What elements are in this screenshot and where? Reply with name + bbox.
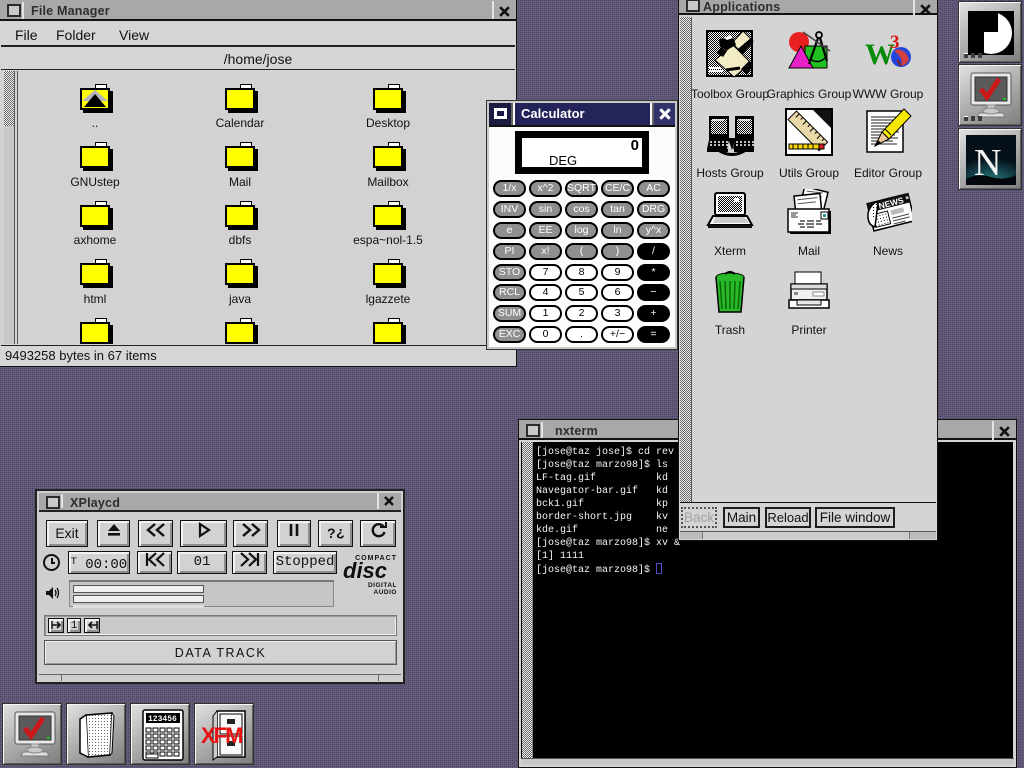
svg-text:N: N [974, 142, 1001, 184]
svg-text:XFM: XFM [201, 723, 242, 748]
svg-text:123456: 123456 [148, 715, 177, 724]
